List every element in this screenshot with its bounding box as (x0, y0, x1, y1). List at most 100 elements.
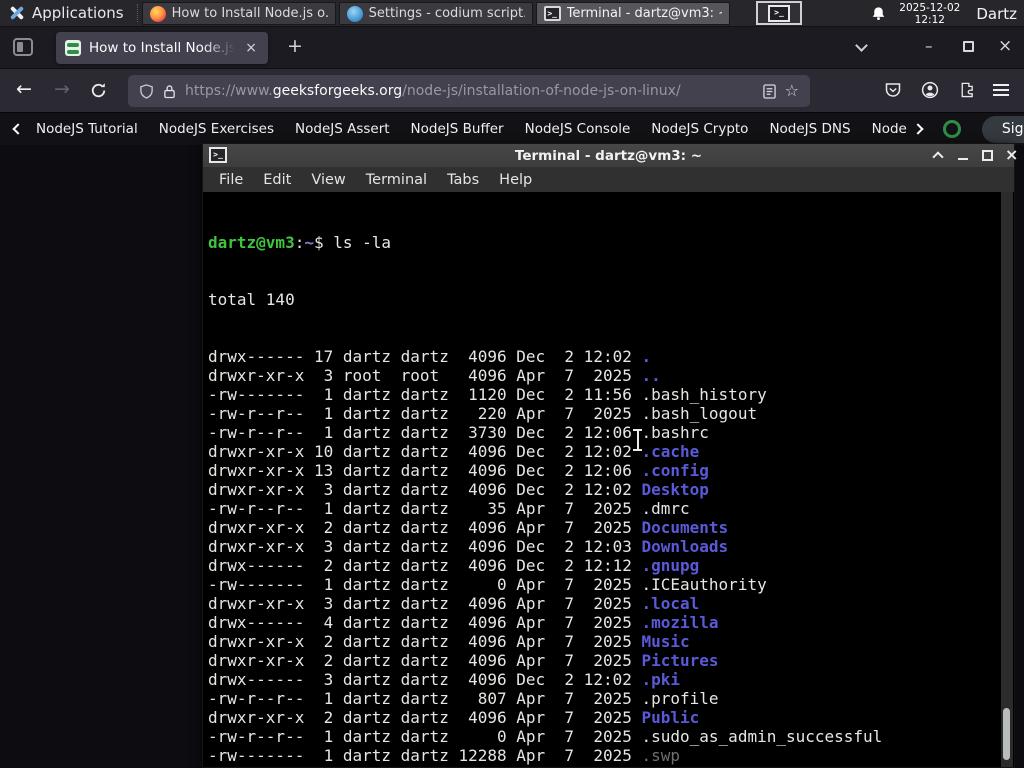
taskbar-button[interactable]: How to Install Node.js o... (141, 2, 336, 25)
firefox-window: How to Install Node.js on × + – × ← → (0, 27, 1024, 145)
codium-icon (346, 5, 363, 22)
terminal-output-line: drwxr-xr-x 3 root root 4096 Apr 7 2025 .… (208, 366, 661, 385)
reader-mode-icon[interactable] (762, 83, 776, 99)
sign-in-button[interactable]: Sign In (981, 115, 1024, 143)
distro-logo-icon (9, 5, 25, 21)
terminal-total-line: total 140 (208, 290, 295, 309)
terminal-output-line: drwxr-xr-x 13 dartz dartz 4096 Dec 2 12:… (208, 461, 709, 480)
tab-close-icon[interactable]: × (243, 40, 259, 56)
terminal-window: >_ Terminal - dartz@vm3: ~ × File Edit Vie… (202, 143, 1018, 768)
terminal-menubar: File Edit View Terminal Tabs Help (203, 167, 1014, 192)
window-task-list: How to Install Node.js o... Settings - co… (141, 0, 730, 26)
notification-bell-icon[interactable] (871, 6, 886, 21)
terminal-icon: >_ (768, 4, 790, 22)
terminal-output-line: drwxr-xr-x 2 dartz dartz 4096 Apr 7 2025… (208, 632, 690, 651)
terminal-output-line: drwxr-xr-x 3 dartz dartz 4096 Dec 2 12:0… (208, 480, 709, 499)
panel-clock[interactable]: 2025-12-02 12:12 (899, 2, 960, 26)
top-panel: Applications How to Install Node.js o...… (0, 0, 1024, 27)
reload-button[interactable] (90, 82, 107, 99)
terminal-icon: >_ (543, 6, 561, 21)
terminal-menu-view[interactable]: View (301, 172, 355, 188)
terminal-menu-file[interactable]: File (209, 172, 253, 188)
taskbar-button-label: Settings - codium script... (368, 6, 525, 21)
terminal-output-line: -rw-r--r-- 1 dartz dartz 35 Apr 7 2025 .… (208, 499, 690, 518)
terminal-output-line: drwxr-xr-x 10 dartz dartz 4096 Dec 2 12:… (208, 442, 700, 461)
list-tabs-icon[interactable] (855, 39, 868, 52)
account-icon[interactable] (921, 81, 939, 99)
terminal-titlebar[interactable]: >_ Terminal - dartz@vm3: ~ × (203, 144, 1018, 167)
terminal-output-line: drwx------ 3 dartz dartz 4096 Dec 2 12:0… (208, 670, 681, 689)
terminal-maximize-button[interactable] (982, 150, 993, 161)
search-icon[interactable] (942, 120, 961, 138)
terminal-output[interactable]: dartz@vm3:~$ ls -la total 140 drwx------… (204, 192, 1001, 767)
taskbar-button[interactable]: >_ Terminal - dartz@vm3: ~ (535, 2, 730, 25)
forward-button[interactable]: → (54, 78, 70, 100)
panel-user-label[interactable]: Dartz (973, 5, 1017, 23)
site-nav-link[interactable]: NodeJS Crypto (651, 121, 748, 137)
system-tray: 2025-12-02 12:12 Dartz (871, 0, 1024, 27)
terminal-output-line: drwxr-xr-x 3 dartz dartz 4096 Apr 7 2025… (208, 594, 700, 613)
mouse-cursor (632, 428, 643, 452)
site-nav-link[interactable]: NodeJS DNS (769, 121, 850, 137)
site-nav-link[interactable]: NodeJS Assert (295, 121, 390, 137)
workspace-switcher[interactable]: >_ (756, 1, 802, 25)
chevron-left-icon[interactable] (12, 123, 24, 135)
terminal-output-line: -rw-r--r-- 1 dartz dartz 220 Apr 7 2025 … (208, 404, 758, 423)
scrollbar-thumb[interactable] (1003, 708, 1010, 760)
chevron-right-icon[interactable] (912, 123, 924, 135)
terminal-output-line: drwx------ 17 dartz dartz 4096 Dec 2 12:… (208, 347, 652, 366)
site-nav-bar: NodeJS Tutorial NodeJS Exercises NodeJS A… (0, 112, 1024, 145)
url-text: https://www.geeksforgeeks.org/node-js/in… (185, 83, 681, 99)
browser-close-button[interactable]: × (998, 36, 1012, 56)
terminal-menu-edit[interactable]: Edit (253, 172, 301, 188)
navigation-toolbar: ← → https://www.geeksforgeeks.org/node-j… (0, 68, 1024, 112)
terminal-minimize-button[interactable] (958, 158, 968, 160)
browser-minimize-button[interactable]: – (925, 37, 933, 55)
terminal-output-line: drwx------ 4 dartz dartz 4096 Apr 7 2025… (208, 613, 719, 632)
terminal-menu-terminal[interactable]: Terminal (356, 172, 437, 188)
terminal-output-line: drwxr-xr-x 2 dartz dartz 4096 Apr 7 2025… (208, 518, 729, 537)
site-nav-link[interactable]: NodeJS Console (525, 121, 631, 137)
back-button[interactable]: ← (16, 78, 32, 100)
clock-time: 12:12 (914, 13, 945, 26)
taskbar-button[interactable]: Settings - codium script... (338, 2, 533, 25)
clock-date: 2025-12-02 (899, 1, 961, 14)
firefox-icon (149, 5, 166, 22)
browser-tab[interactable]: How to Install Node.js on × (56, 32, 268, 64)
new-tab-button[interactable]: + (287, 35, 303, 57)
terminal-menu-help[interactable]: Help (489, 172, 542, 188)
desktop: Applications How to Install Node.js o...… (0, 0, 1024, 768)
tab-title: How to Install Node.js on (89, 40, 236, 56)
lock-icon[interactable] (163, 84, 176, 99)
site-nav-link[interactable]: Node (872, 121, 907, 137)
terminal-output-line: drwxr-xr-x 3 dartz dartz 4096 Dec 2 12:0… (208, 537, 729, 556)
panel-separator (136, 4, 138, 22)
bookmark-star-icon[interactable]: ☆ (785, 83, 799, 99)
terminal-title: Terminal - dartz@vm3: ~ (514, 147, 703, 164)
terminal-output-line: -rw------- 1 dartz dartz 1120 Dec 2 11:5… (208, 385, 767, 404)
terminal-output-line: drwxr-xr-x 2 dartz dartz 4096 Apr 7 2025… (208, 651, 719, 670)
terminal-output-line: drwxr-xr-x 2 dartz dartz 4096 Apr 7 2025… (208, 765, 1001, 767)
extensions-icon[interactable] (958, 81, 975, 98)
menu-hamburger-icon[interactable] (993, 84, 1009, 96)
terminal-scrollbar[interactable] (1001, 192, 1013, 767)
terminal-output-line: -rw-r--r-- 1 dartz dartz 0 Apr 7 2025 .s… (208, 727, 883, 746)
terminal-close-button[interactable]: × (1005, 145, 1018, 164)
site-nav-link[interactable]: NodeJS Exercises (159, 121, 274, 137)
firefox-view-icon[interactable] (13, 38, 33, 56)
terminal-menu-tabs[interactable]: Tabs (437, 172, 489, 188)
terminal-output-line: -rw-r--r-- 1 dartz dartz 807 Apr 7 2025 … (208, 689, 719, 708)
url-bar[interactable]: https://www.geeksforgeeks.org/node-js/in… (128, 75, 810, 107)
site-nav-back-link[interactable]: NodeJS Tutorial (36, 121, 138, 137)
browser-maximize-button[interactable] (963, 41, 974, 52)
terminal-output-line: -rw-r--r-- 1 dartz dartz 3730 Dec 2 12:0… (208, 423, 709, 442)
terminal-output-line: -rw------- 1 dartz dartz 12288 Apr 7 202… (208, 746, 681, 765)
taskbar-button-label: How to Install Node.js o... (171, 6, 328, 21)
terminal-output-line: -rw------- 1 dartz dartz 0 Apr 7 2025 .I… (208, 575, 767, 594)
site-nav-link[interactable]: NodeJS Buffer (411, 121, 504, 137)
terminal-output-line: drwxr-xr-x 2 dartz dartz 4096 Apr 7 2025… (208, 708, 700, 727)
shield-icon[interactable] (139, 83, 154, 99)
pocket-icon[interactable] (884, 81, 902, 99)
applications-menu[interactable]: Applications (0, 0, 133, 26)
applications-label: Applications (32, 4, 124, 22)
